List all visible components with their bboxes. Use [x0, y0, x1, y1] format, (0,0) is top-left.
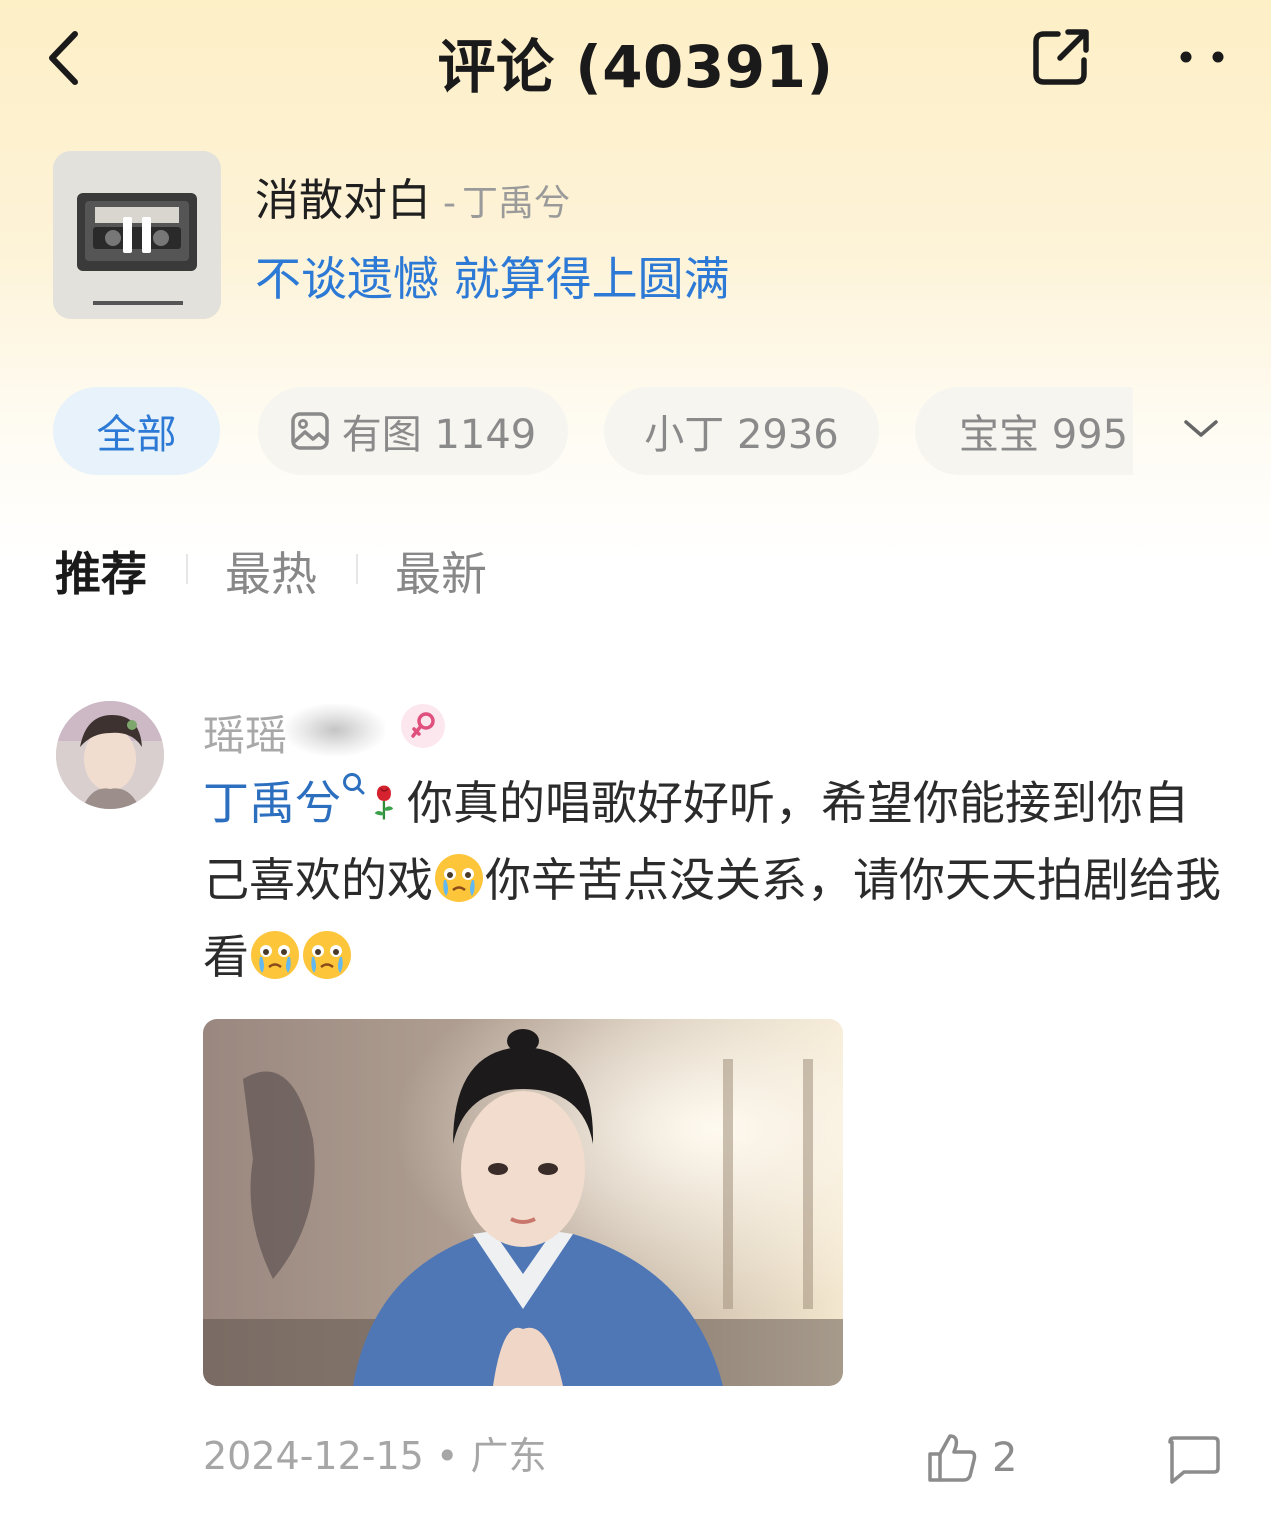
top-bar: 评论 (40391): [0, 0, 1271, 115]
comment-body: 丁禹兮 你真的唱歌好好听，希望你能接到你自己喜欢的戏 你辛苦点没关系，请你天天拍剧给…: [203, 765, 1233, 996]
more-dots-icon: [1180, 51, 1224, 63]
filter-chips: 全部 有图 1149 小丁 2936 宝宝 995: [53, 387, 1133, 475]
chip-baobao[interactable]: 宝宝 995: [915, 387, 1133, 475]
song-info[interactable]: 消散对白 - 丁禹兮: [255, 164, 570, 228]
song-artist: 丁禹兮: [462, 183, 571, 224]
avatar[interactable]: [56, 701, 164, 809]
tab-newest[interactable]: 最新: [395, 538, 487, 604]
chip-xiaoding[interactable]: 小丁 2936: [604, 387, 879, 475]
share-icon: [1033, 29, 1089, 85]
rose-icon: [374, 785, 394, 820]
comment-bubble-icon: [1168, 1436, 1220, 1484]
tab-recommended[interactable]: 推荐: [55, 538, 147, 604]
chip-label: 宝宝 995: [959, 412, 1129, 458]
meta-dot: •: [435, 1434, 459, 1478]
song-name: 消散对白: [255, 175, 431, 226]
username-blur: [285, 704, 385, 756]
comment-image[interactable]: [203, 1019, 843, 1386]
expand-filters-button[interactable]: [1180, 412, 1222, 444]
comment-date: 2024-12-15: [203, 1434, 424, 1478]
badge-icon: [411, 712, 435, 738]
chip-all[interactable]: 全部: [53, 387, 220, 475]
chip-label: 有图 1149: [341, 412, 537, 458]
share-button[interactable]: [1030, 26, 1092, 88]
comment-meta: 2024-12-15 • 广东: [203, 1425, 546, 1480]
image-icon: [290, 412, 329, 450]
user-badge: [401, 704, 445, 748]
crying-face-icon: [251, 931, 299, 979]
tab-hottest[interactable]: 最热: [225, 538, 317, 604]
thumbs-up-icon: [928, 1434, 977, 1482]
song-separator: -: [443, 183, 456, 224]
song-lyric[interactable]: 不谈遗憾 就算得上圆满: [255, 243, 730, 309]
tab-divider: [186, 554, 188, 584]
like-button[interactable]: 2: [926, 1428, 1036, 1488]
chip-label: 小丁 2936: [644, 412, 839, 458]
like-count: 2: [992, 1435, 1018, 1481]
album-cover[interactable]: [53, 151, 221, 319]
mention-link[interactable]: 丁禹兮: [203, 776, 341, 830]
comment-username[interactable]: 瑶瑶: [203, 702, 287, 763]
chip-with-images[interactable]: 有图 1149: [258, 387, 568, 475]
reply-button[interactable]: [1166, 1434, 1222, 1486]
chevron-down-icon: [1184, 420, 1218, 437]
comment-location: 广东: [470, 1434, 547, 1478]
crying-face-icon: [303, 931, 351, 979]
more-button[interactable]: [1174, 40, 1230, 74]
search-icon: [343, 773, 365, 795]
crying-face-icon: [435, 854, 483, 902]
tab-divider: [356, 554, 358, 584]
chip-label: 全部: [96, 412, 177, 458]
